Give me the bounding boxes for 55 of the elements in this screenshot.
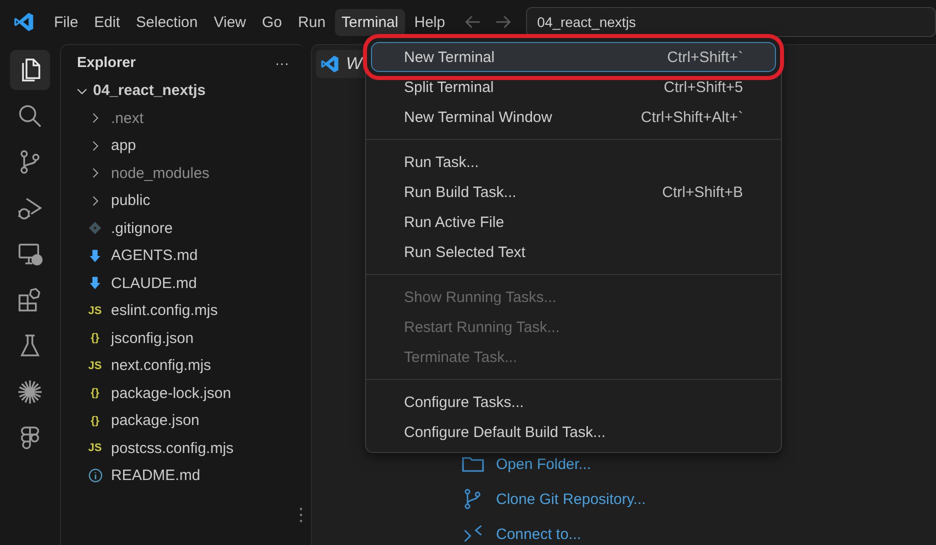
welcome-link[interactable]: Clone Git Repository... [496,490,646,508]
menu-item[interactable]: Go [255,8,290,36]
tree-item[interactable]: JS eslint.config.mjs [61,297,305,324]
file-type-icon: JS [88,304,102,317]
file-type-icon: JS [88,442,102,454]
explorer-title: Explorer [77,55,136,71]
file-type-icon: {} [90,387,100,400]
menu-option[interactable]: Run Task... [371,147,776,177]
app-logo-icon [13,11,35,33]
tree-item[interactable]: node_modules [61,160,305,187]
app-logo-icon [320,54,340,74]
back-arrow-icon[interactable] [464,13,482,31]
forward-arrow-icon[interactable] [494,13,512,31]
welcome-link[interactable]: Connect to... [496,526,582,542]
tree-item[interactable]: public [61,187,305,214]
menu-item[interactable]: Edit [87,8,128,36]
tree-item[interactable]: 04_react_nextjs [61,77,305,104]
menu-option[interactable]: New Terminal Window Ctrl+Shift+Alt+` [371,102,776,132]
info-icon [88,468,102,484]
folder-icon [462,456,484,472]
menu-item[interactable]: Terminal [334,8,406,36]
tree-item[interactable]: AGENTS.md [61,242,305,270]
menu-option[interactable]: Run Active File [371,207,776,237]
resize-handle-icon[interactable] [299,507,303,523]
tree-item[interactable]: README.md [61,462,305,490]
welcome-link[interactable]: Open Folder... [496,456,592,472]
tree-item[interactable]: .next [61,104,305,132]
down-arrow-icon [88,276,102,290]
more-actions-button[interactable]: ··· [273,55,291,71]
menu-option[interactable]: Split Terminal Ctrl+Shift+5 [371,72,776,102]
tree-item[interactable]: JS next.config.mjs [61,352,305,380]
tree-item[interactable]: app [61,132,305,160]
diamond-icon [88,221,102,236]
tree-item[interactable]: CLAUDE.md [61,270,305,297]
tree-item[interactable]: JS postcss.config.mjs [61,434,305,462]
file-type-icon: JS [88,360,102,372]
file-type-icon: {} [90,414,100,427]
menu-item[interactable]: View [206,8,253,36]
menu-item[interactable]: File [47,8,86,36]
menu-option[interactable]: Configure Tasks... [371,387,776,417]
search-field[interactable]: 04_react_nextjs [526,7,936,37]
menu-item[interactable]: Run [291,8,333,36]
down-arrow-icon [88,248,102,263]
files-icon[interactable] [10,50,50,90]
tree-item[interactable]: {} jsconfig.json [61,324,305,352]
tree-item[interactable]: {} package-lock.json [61,380,305,407]
tree-item[interactable]: {} package.json [61,407,305,434]
menu-option[interactable]: Run Build Task... Ctrl+Shift+B [371,177,776,207]
menu-option[interactable]: Run Selected Text [371,237,776,267]
remote-icon [462,523,484,545]
menu-item[interactable]: Help [407,8,452,36]
menu-option[interactable]: Configure Default Build Task... [371,417,776,447]
menu-item[interactable]: Selection [129,8,205,36]
file-type-icon: {} [90,332,100,344]
tree-item[interactable]: .gitignore [61,214,305,242]
